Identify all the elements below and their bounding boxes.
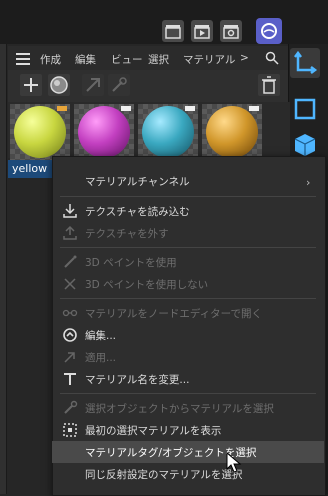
search-icon[interactable] xyxy=(265,51,279,68)
material-flag-icon xyxy=(57,106,67,111)
material-ball xyxy=(14,106,66,158)
menu-item-edit[interactable]: 編集... xyxy=(52,324,324,346)
menu-view[interactable]: ビュー xyxy=(111,52,143,67)
material-ball xyxy=(78,106,130,158)
clapper-icon[interactable] xyxy=(162,20,184,42)
settings-clapper-icon[interactable] xyxy=(220,20,242,42)
apply-icon xyxy=(62,349,78,365)
material-swatch-yellow[interactable] xyxy=(10,104,70,160)
show-selection-icon xyxy=(62,422,78,438)
menu-create[interactable]: 作成 xyxy=(40,52,61,67)
new-material-icon[interactable] xyxy=(48,74,70,96)
no-brush-icon xyxy=(62,276,78,292)
material-ball xyxy=(206,106,258,158)
chevron-right-icon: › xyxy=(306,176,311,189)
material-flag-icon xyxy=(249,106,259,111)
material-swatch-orange[interactable] xyxy=(202,104,262,160)
select-rect-icon[interactable] xyxy=(290,94,320,124)
menu-divider xyxy=(60,298,316,299)
menu-item-apply[interactable]: 適用... xyxy=(52,346,324,368)
menu-more[interactable]: > xyxy=(240,52,249,64)
rename-icon xyxy=(62,371,78,387)
material-swatch-magenta[interactable] xyxy=(74,104,134,160)
arrow-up-right-icon[interactable] xyxy=(82,74,104,96)
material-flag-icon xyxy=(121,106,131,111)
render-icon[interactable] xyxy=(256,18,282,44)
menu-item-show-first-selected[interactable]: 最初の選択マテリアルを表示 xyxy=(52,419,324,441)
menu-item-select-material-from-objects[interactable]: 選択オブジェクトからマテリアルを選択 xyxy=(52,397,324,419)
eyedropper-icon[interactable] xyxy=(108,74,130,96)
menu-divider xyxy=(60,393,316,394)
material-flag-icon xyxy=(185,106,195,111)
menu-item-load-texture[interactable]: テクスチャを読み込む xyxy=(52,200,324,222)
menu-item-material-channel[interactable]: マテリアルチャンネル xyxy=(52,170,324,192)
menu-item-select-material-tag-object[interactable]: マテリアルタグ/オブジェクトを選択 xyxy=(52,441,324,463)
eyedropper-icon xyxy=(62,400,78,416)
add-icon[interactable] xyxy=(20,74,42,96)
material-ball xyxy=(142,106,194,158)
play-clapper-icon[interactable] xyxy=(191,20,213,42)
hamburger-icon[interactable] xyxy=(16,53,30,65)
menu-item-open-node-editor[interactable]: マテリアルをノードエディターで開く xyxy=(52,302,324,324)
remove-texture-icon xyxy=(62,225,78,241)
load-texture-icon xyxy=(62,203,78,219)
menu-material[interactable]: マテリアル xyxy=(183,52,235,67)
node-icon xyxy=(62,305,78,321)
menu-item-no-3d-paint[interactable]: 3D ペイントを使用しない xyxy=(52,273,324,295)
menu-item-rename-material[interactable]: マテリアル名を変更... xyxy=(52,368,324,390)
move-tool-icon[interactable] xyxy=(290,48,320,78)
menu-divider xyxy=(60,196,316,197)
menu-edit[interactable]: 編集 xyxy=(75,52,96,67)
mouse-cursor-icon xyxy=(226,451,242,477)
left-panel-edge xyxy=(0,44,7,494)
menu-item-select-same-reflectance[interactable]: 同じ反射設定のマテリアルを選択 xyxy=(52,463,324,485)
trash-icon[interactable] xyxy=(258,74,280,96)
menu-item-use-3d-paint[interactable]: 3D ペイントを使用 xyxy=(52,251,324,273)
edit-icon xyxy=(62,327,78,343)
menu-item-remove-texture[interactable]: テクスチャを外す xyxy=(52,222,324,244)
menu-select[interactable]: 選択 xyxy=(148,52,169,67)
material-swatch-cyan[interactable] xyxy=(138,104,198,160)
menu-divider xyxy=(60,247,316,248)
brush-icon xyxy=(62,254,78,270)
